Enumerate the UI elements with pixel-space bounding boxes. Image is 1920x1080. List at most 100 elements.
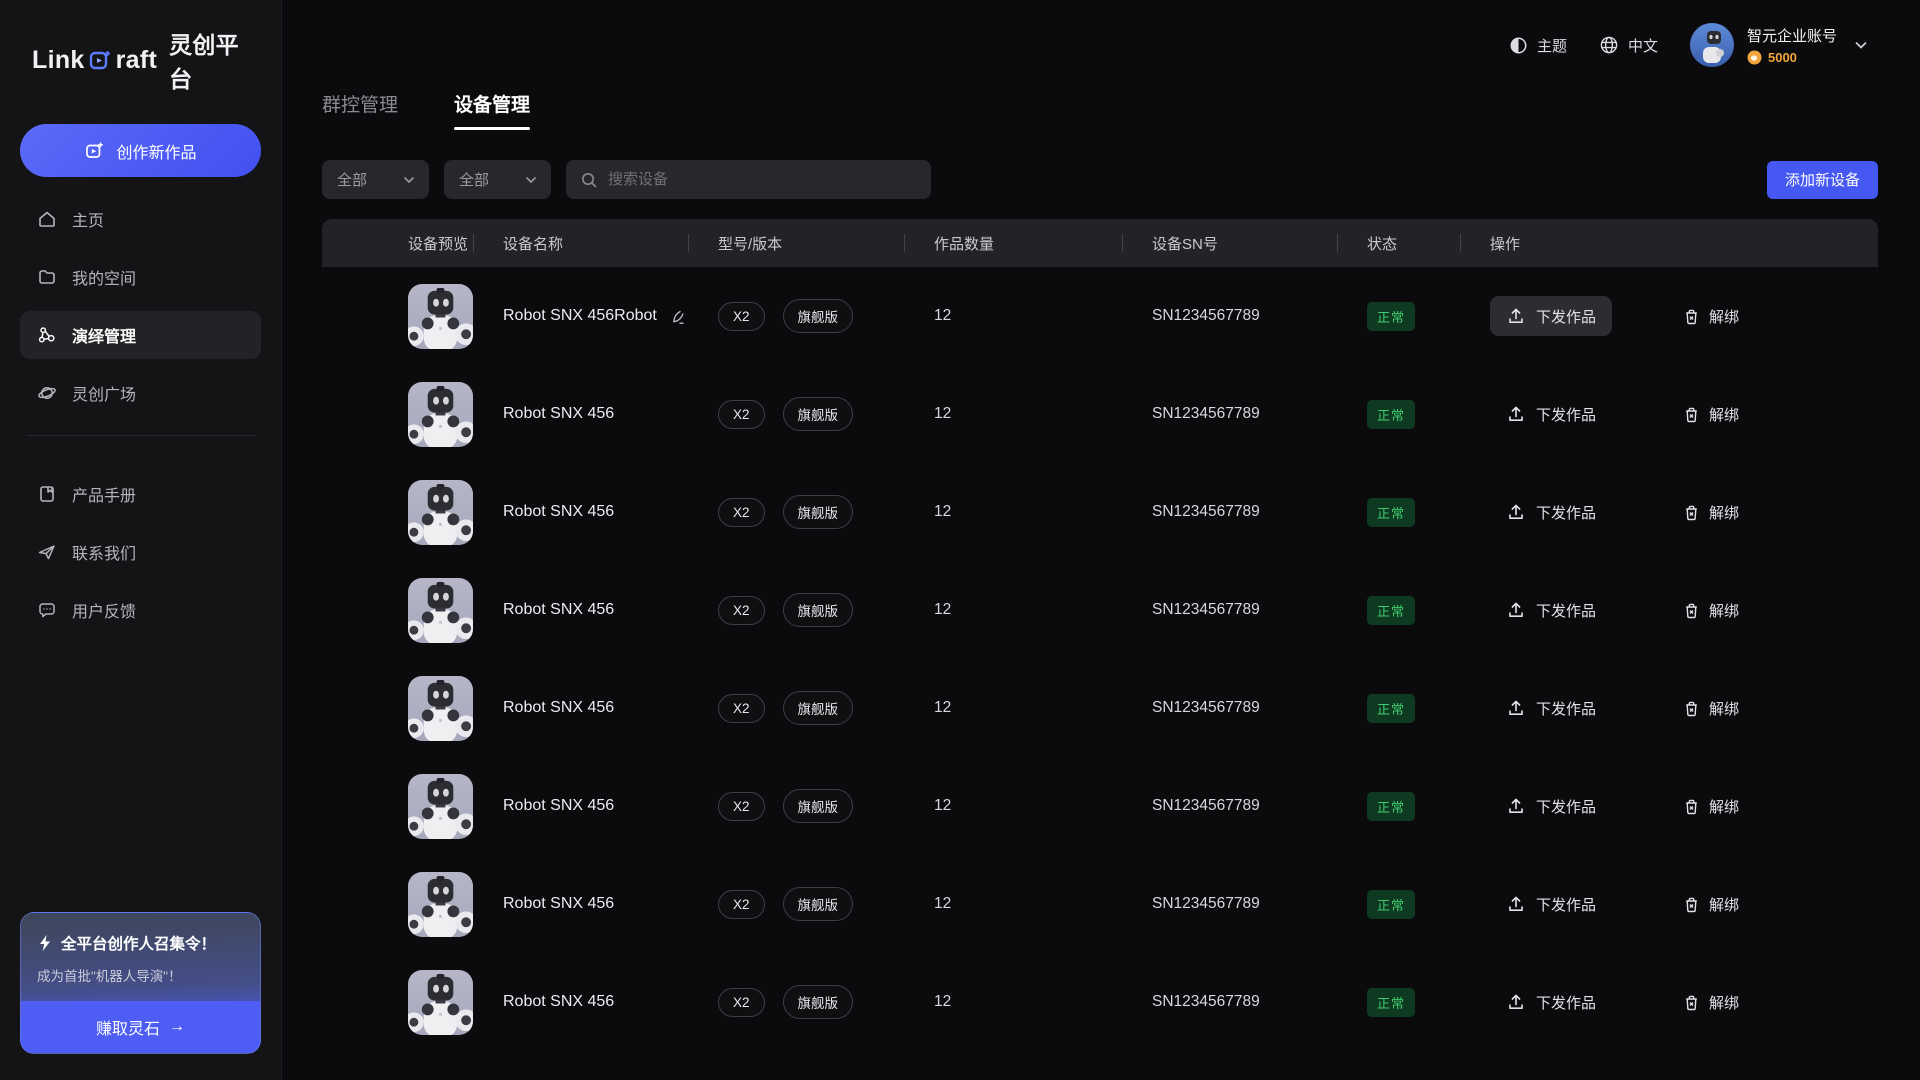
unbind-button[interactable]: 解绑: [1682, 698, 1739, 719]
status-badge: 正常: [1367, 694, 1415, 723]
sidebar-item-contact-us[interactable]: 联系我们: [20, 528, 261, 576]
account-name: 智元企业账号: [1747, 25, 1837, 46]
works-count: 12: [934, 405, 951, 423]
status-badge: 正常: [1367, 988, 1415, 1017]
theme-label: 主题: [1537, 35, 1567, 56]
deploy-label: 下发作品: [1536, 992, 1596, 1013]
table-row: Robot SNX 456 X2 旗舰版 12 SN1234567789 正常 …: [322, 561, 1878, 659]
add-device-button[interactable]: 添加新设备: [1767, 161, 1878, 199]
search-input[interactable]: [608, 171, 917, 188]
sidebar-item-user-feedback[interactable]: 用户反馈: [20, 586, 261, 634]
upload-icon: [1506, 992, 1526, 1012]
table-row: Robot SNX 456 X2 旗舰版 12 SN1234567789 正常 …: [322, 365, 1878, 463]
deploy-button[interactable]: 下发作品: [1490, 394, 1612, 434]
unbind-button[interactable]: 解绑: [1682, 306, 1739, 327]
device-name: Robot SNX 456: [503, 699, 614, 717]
sidebar-item-label: 主页: [72, 207, 104, 231]
works-count: 12: [934, 699, 951, 717]
unbind-button[interactable]: 解绑: [1682, 404, 1739, 425]
status-badge: 正常: [1367, 890, 1415, 919]
unbind-label: 解绑: [1709, 894, 1739, 915]
sidebar-item-my-space[interactable]: 我的空间: [20, 253, 261, 301]
sidebar-item-label: 我的空间: [72, 265, 136, 289]
dropdown-value: 全部: [459, 169, 489, 190]
trash-icon: [1682, 503, 1701, 522]
brand-logo: Link raft 灵创平台: [20, 26, 261, 94]
language-switch[interactable]: 中文: [1599, 35, 1658, 56]
unbind-button[interactable]: 解绑: [1682, 796, 1739, 817]
deploy-button[interactable]: 下发作品: [1490, 492, 1612, 532]
filter-dropdown-2[interactable]: 全部: [444, 160, 551, 199]
unbind-label: 解绑: [1709, 306, 1739, 327]
deploy-button[interactable]: 下发作品: [1490, 590, 1612, 630]
chat-icon: [37, 600, 57, 620]
promo-title: 全平台创作人召集令！: [61, 932, 216, 954]
deploy-button[interactable]: 下发作品: [1490, 982, 1612, 1022]
model-badge: X2: [718, 792, 765, 821]
unbind-button[interactable]: 解绑: [1682, 502, 1739, 523]
sidebar-nav-primary: 主页 我的空间 演绎管理: [20, 195, 261, 427]
search-icon: [580, 171, 598, 189]
earn-gems-label: 赚取灵石: [96, 1015, 160, 1039]
unbind-label: 解绑: [1709, 698, 1739, 719]
device-name: Robot SNX 456: [503, 797, 614, 815]
unbind-button[interactable]: 解绑: [1682, 894, 1739, 915]
paper-plane-icon: [37, 542, 57, 562]
device-thumbnail: [408, 872, 473, 937]
sidebar: Link raft 灵创平台 创作新作品: [0, 0, 282, 1080]
device-search: [566, 160, 931, 199]
sidebar-item-performance-management[interactable]: 演绎管理: [20, 311, 261, 359]
edit-name-icon[interactable]: [669, 307, 688, 326]
table-row: Robot SNX 456 X2 旗舰版 12 SN1234567789 正常 …: [322, 953, 1878, 1051]
deploy-label: 下发作品: [1536, 306, 1596, 327]
unbind-button[interactable]: 解绑: [1682, 992, 1739, 1013]
device-thumbnail: [408, 382, 473, 447]
chevron-down-icon: [1852, 36, 1870, 54]
deploy-button[interactable]: 下发作品: [1490, 688, 1612, 728]
device-name: Robot SNX 456: [503, 503, 614, 521]
topbar: 主题 中文 智元企业账号: [322, 0, 1878, 90]
tab-group-control[interactable]: 群控管理: [322, 90, 398, 130]
column-header-name: 设备名称: [473, 233, 688, 254]
model-badge: X2: [718, 890, 765, 919]
trash-icon: [1682, 405, 1701, 424]
sidebar-item-plaza[interactable]: 灵创广场: [20, 369, 261, 417]
upload-icon: [1506, 600, 1526, 620]
deploy-button[interactable]: 下发作品: [1490, 786, 1612, 826]
avatar: [1690, 23, 1734, 67]
promo-content: 全平台创作人召集令！ 成为首批"机器人导演"！: [21, 913, 260, 1001]
chevron-down-icon: [523, 172, 539, 188]
create-new-work-button[interactable]: 创作新作品: [20, 124, 261, 177]
book-icon: [37, 484, 57, 504]
account-menu[interactable]: 智元企业账号 5000: [1690, 23, 1870, 67]
device-sn: SN1234567789: [1152, 699, 1260, 717]
unbind-button[interactable]: 解绑: [1682, 600, 1739, 621]
brand-name-prefix: Link: [32, 46, 85, 75]
deploy-label: 下发作品: [1536, 796, 1596, 817]
device-name: Robot SNX 456: [503, 895, 614, 913]
edition-badge: 旗舰版: [783, 691, 854, 725]
filter-bar: 全部 全部 添加新设备: [322, 160, 1878, 199]
sidebar-item-product-manual[interactable]: 产品手册: [20, 470, 261, 518]
deploy-button[interactable]: 下发作品: [1490, 296, 1612, 336]
device-sn: SN1234567789: [1152, 797, 1260, 815]
device-thumbnail: [408, 774, 473, 839]
works-count: 12: [934, 601, 951, 619]
device-table: 设备预览 设备名称 型号/版本 作品数量 设备SN号 状态 操作 Robot S…: [322, 219, 1878, 1051]
create-work-icon: [84, 140, 105, 161]
device-sn: SN1234567789: [1152, 601, 1260, 619]
deploy-label: 下发作品: [1536, 894, 1596, 915]
deploy-button[interactable]: 下发作品: [1490, 884, 1612, 924]
promo-subtitle: 成为首批"机器人导演"！: [37, 965, 244, 985]
edition-badge: 旗舰版: [783, 397, 854, 431]
credits-value: 5000: [1768, 50, 1797, 65]
tab-device-management[interactable]: 设备管理: [454, 90, 530, 130]
sidebar-item-home[interactable]: 主页: [20, 195, 261, 243]
theme-toggle[interactable]: 主题: [1509, 35, 1567, 56]
column-header-sn: 设备SN号: [1122, 233, 1337, 254]
column-header-works: 作品数量: [904, 233, 1122, 254]
filter-dropdown-1[interactable]: 全部: [322, 160, 429, 199]
upload-icon: [1506, 404, 1526, 424]
earn-gems-button[interactable]: 赚取灵石 →: [21, 1001, 260, 1053]
trash-icon: [1682, 895, 1701, 914]
